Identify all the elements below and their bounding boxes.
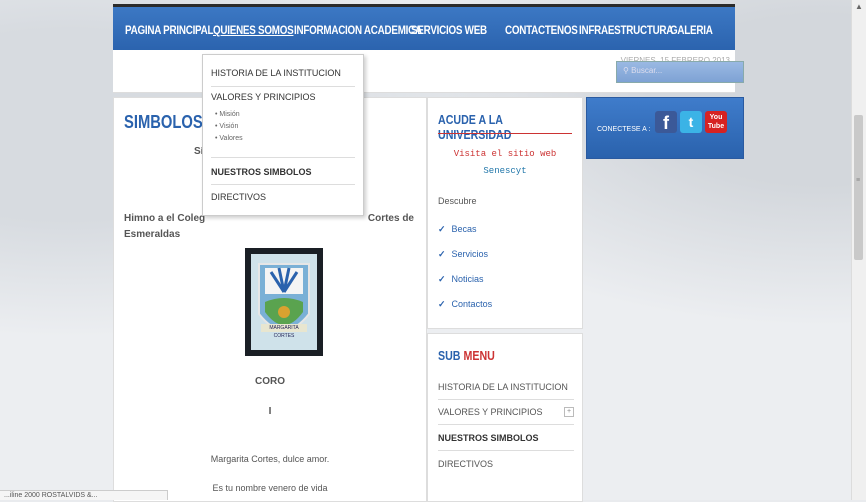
submenu-divider [438,450,574,451]
verse-line-1: Margarita Cortes, dulce amor. [210,454,330,464]
page-container: PAGINA PRINCIPAL QUIENES SOMOS INFORMACI… [97,0,744,502]
submenu-item-historia[interactable]: HISTORIA DE LA INSTITUCION [438,382,568,392]
dropdown-item-historia[interactable]: HISTORIA DE LA INSTITUCION [211,68,341,78]
widget-divider [438,133,572,134]
browser-status-bar: ...iline 2000 ROSTALVIDS &... [0,490,168,500]
widget-title: SUB MENU [438,348,495,363]
himno-text-left: Himno a el Coleg [124,213,206,224]
nav-item-informacion-academica[interactable]: INFORMACION ACADEMICA [294,7,422,53]
expand-icon[interactable]: + [564,407,574,417]
search-icon: ⚲ [623,66,629,75]
nav-item-servicios-web[interactable]: SERVICIOS WEB [411,7,487,53]
submenu-item-simbolos[interactable]: NUESTROS SIMBOLOS [438,433,539,443]
nav-item-pagina-principal[interactable]: PAGINA PRINCIPAL [125,7,214,53]
search-input[interactable]: ⚲ Buscar... [616,61,744,83]
nav-item-infraestructura[interactable]: INFRAESTRUCTURA [579,7,673,53]
dropdown-item-simbolos[interactable]: NUESTROS SIMBOLOS [211,167,312,177]
himno-text-line2: Esmeraldas [124,229,181,240]
check-icon: ✓ [438,299,446,309]
scroll-grip-icon: ≡ [856,177,861,184]
dropdown-divider [211,157,355,158]
dropdown-subitem-vision[interactable]: • Visión [215,123,238,130]
dropdown-divider [211,184,355,185]
social-widget: CONECTESE A : f t You Tube [586,97,744,159]
submenu-title-a: SUB [438,348,464,363]
connect-label: CONECTESE A : [597,126,651,133]
acude-universidad-widget: ACUDE A LA UNIVERSIDAD Visita el sitio w… [427,97,583,329]
link-label: Noticias [451,274,484,284]
link-label: Becas [451,224,477,234]
submenu-divider [438,399,574,400]
scroll-thumb[interactable]: ≡ [854,115,863,260]
nav-item-galeria[interactable]: GALERIA [670,7,713,53]
dropdown-subitem-mision[interactable]: • Misión [215,111,240,118]
check-icon: ✓ [438,224,446,234]
facebook-icon[interactable]: f [655,111,677,133]
quienes-somos-dropdown: HISTORIA DE LA INSTITUCION VALORES Y PRI… [202,54,364,216]
school-shield-image: MARGARITA CORTES [245,248,323,356]
check-icon: ✓ [438,274,446,284]
submenu-title-b: MENU [463,348,495,363]
page-title: SIMBOLOS [124,112,203,132]
coro-heading: CORO [255,376,285,387]
dropdown-divider [211,86,355,87]
nav-item-contactenos[interactable]: CONTACTENOS [505,7,578,53]
scroll-up-arrow-icon[interactable]: ▲ [855,2,863,11]
stanza-number: I [268,406,272,417]
link-becas[interactable]: ✓ Becas [438,224,477,235]
dropdown-item-directivos[interactable]: DIRECTIVOS [211,192,266,202]
shield-banner-text: MARGARITA CORTES [261,324,307,339]
dropdown-subitem-valores[interactable]: • Valores [215,135,243,142]
senescyt-link[interactable]: Senescyt [428,166,582,176]
vertical-scrollbar[interactable]: ▲ ≡ [851,0,866,500]
submenu-item-valores[interactable]: VALORES Y PRINCIPIOS [438,407,543,417]
youtube-icon[interactable]: You Tube [705,111,727,133]
link-noticias[interactable]: ✓ Noticias [438,274,484,285]
link-servicios[interactable]: ✓ Servicios [438,249,488,260]
submenu-widget: SUB MENU HISTORIA DE LA INSTITUCION VALO… [427,333,583,502]
descubre-label: Descubre [438,196,477,206]
himno-text-right: Cortes de [367,213,414,224]
submenu-divider [438,424,574,425]
link-label: Servicios [451,249,489,259]
dropdown-item-valores[interactable]: VALORES Y PRINCIPIOS [211,92,316,102]
twitter-icon[interactable]: t [680,111,702,133]
search-placeholder: Buscar... [631,66,663,75]
visita-link[interactable]: Visita el sitio web [428,149,582,159]
check-icon: ✓ [438,249,446,259]
link-contactos[interactable]: ✓ Contactos [438,299,492,310]
main-navigation-bar: PAGINA PRINCIPAL QUIENES SOMOS INFORMACI… [113,4,735,53]
submenu-item-directivos[interactable]: DIRECTIVOS [438,459,493,469]
shield-emblem-icon: MARGARITA CORTES [251,254,317,350]
widget-title: ACUDE A LA UNIVERSIDAD [438,112,512,142]
nav-item-quienes-somos[interactable]: QUIENES SOMOS [213,7,294,53]
link-label: Contactos [451,299,493,309]
